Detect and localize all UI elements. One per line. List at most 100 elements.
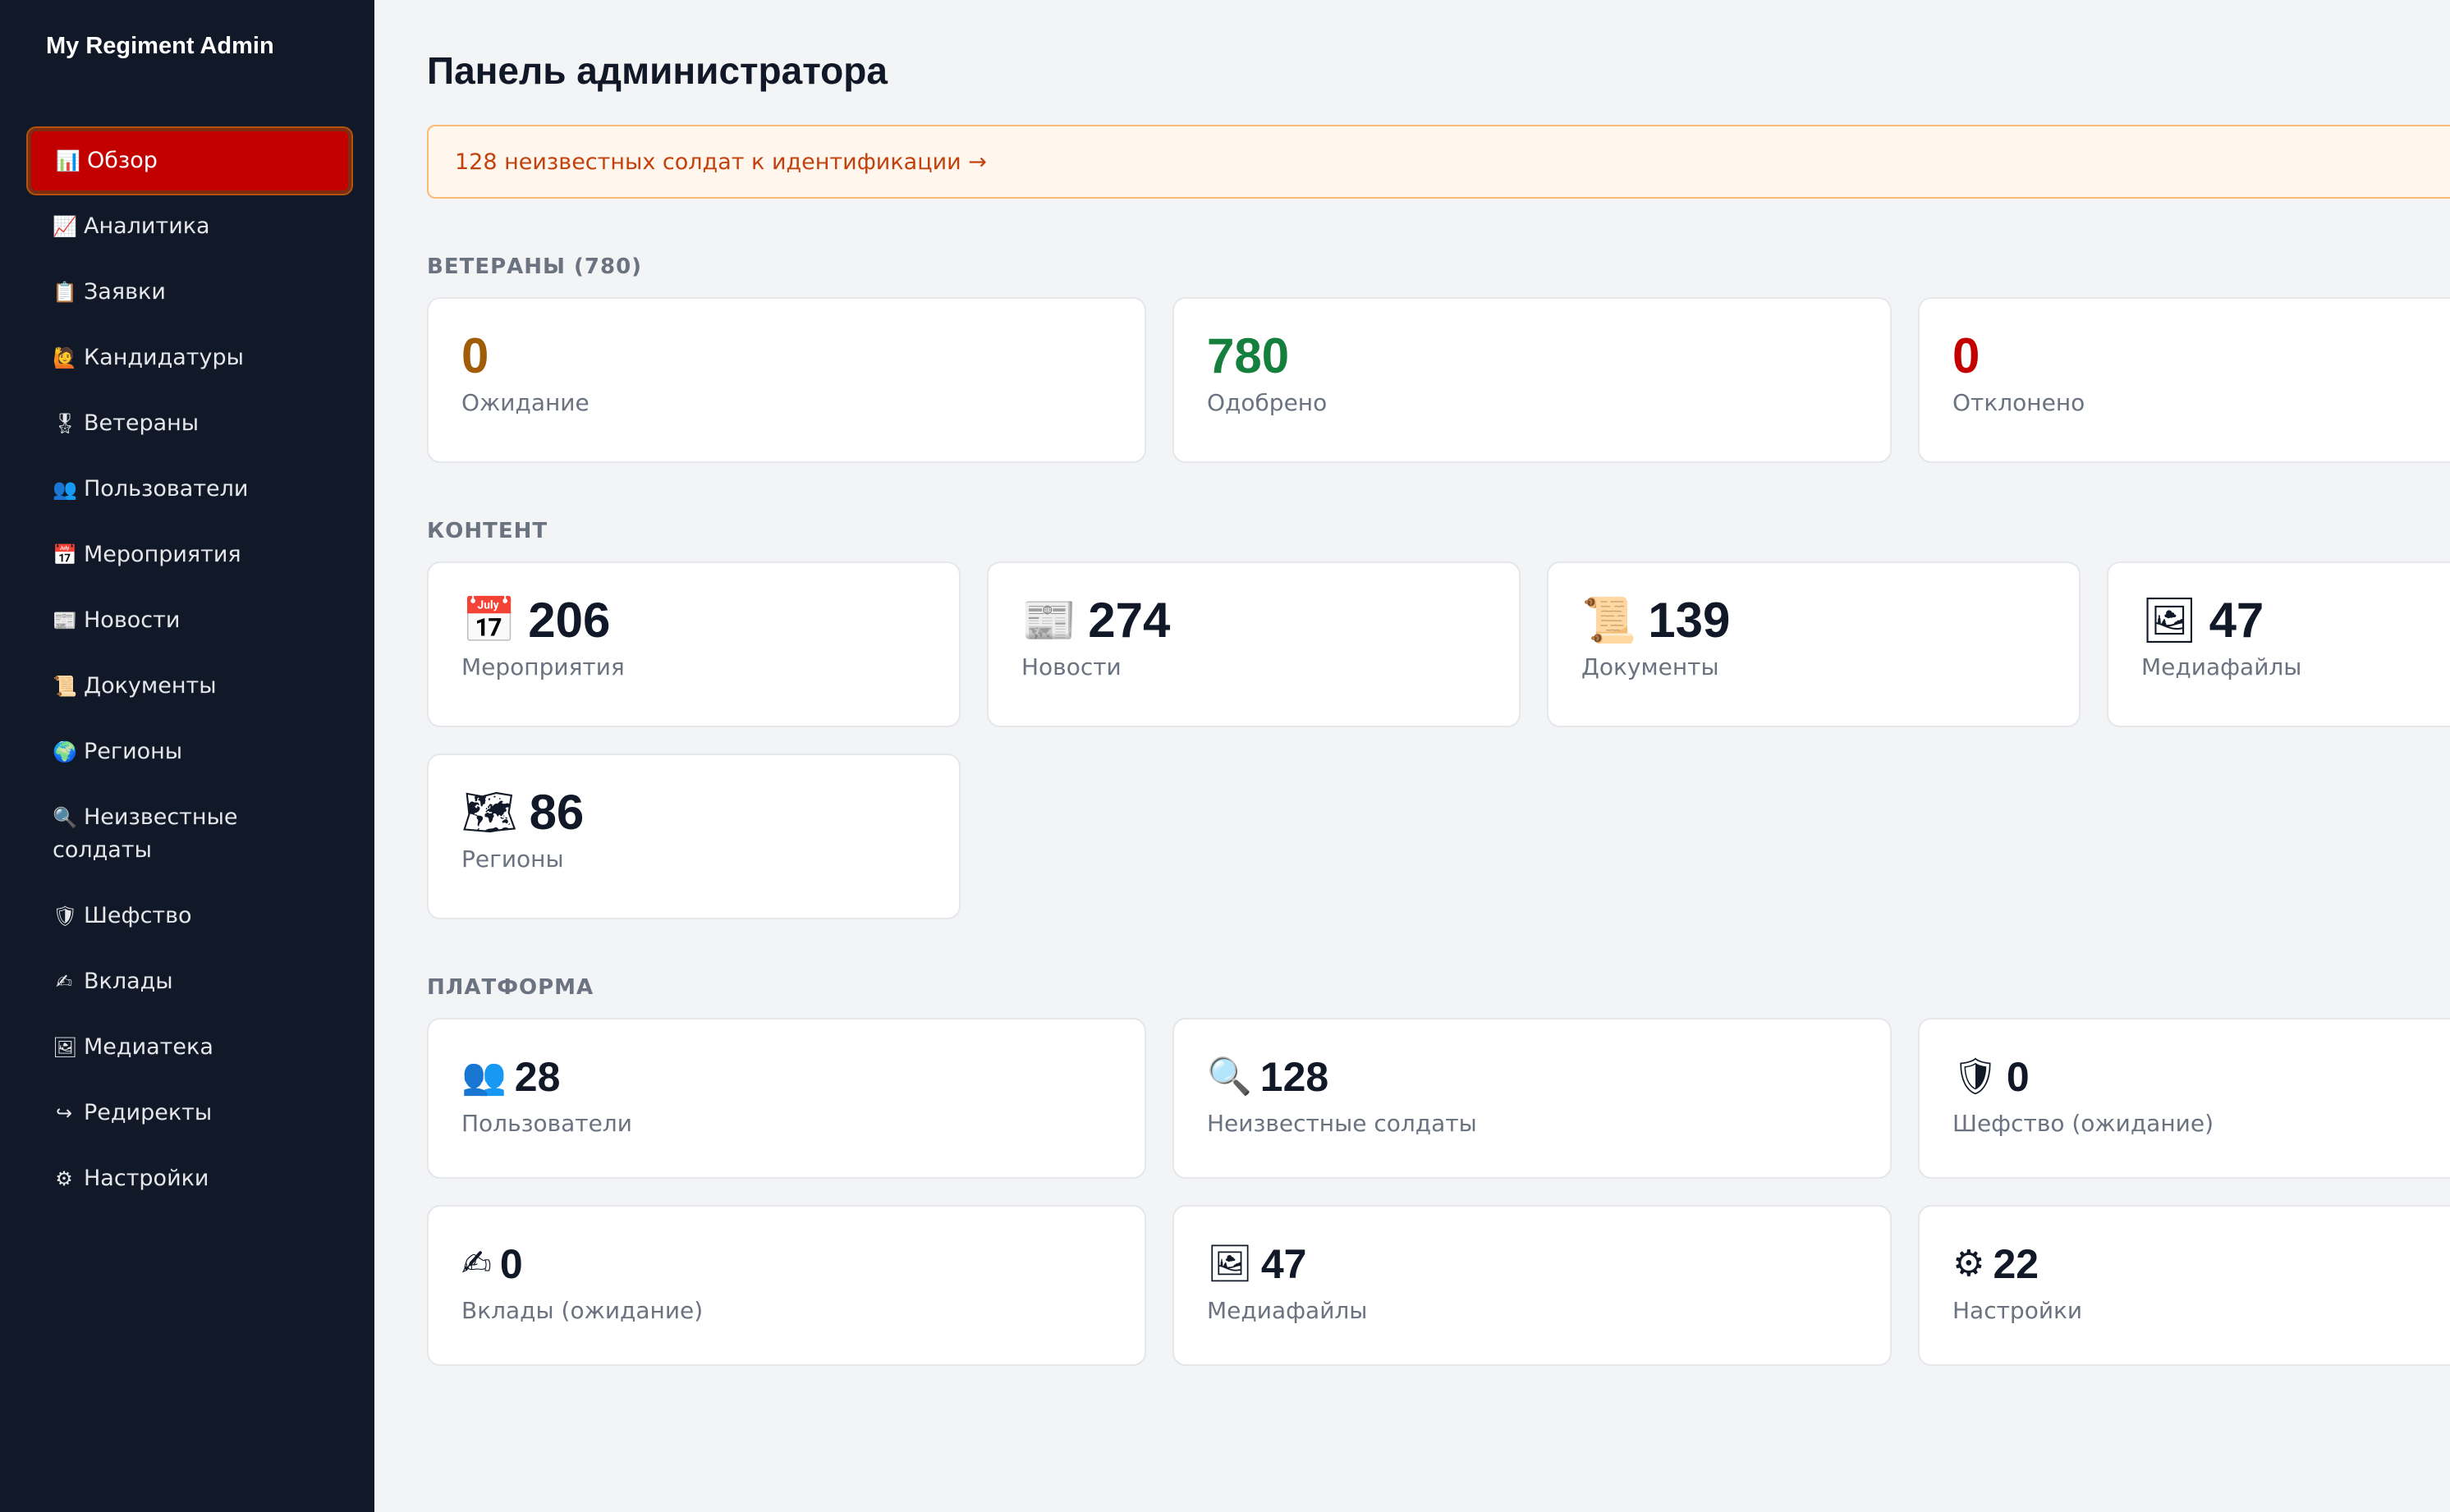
framed-picture-icon: 🖼	[1207, 1243, 1253, 1285]
sidebar-item-unknown-soldiers[interactable]: 🔍 Неизвестные солдаты	[28, 785, 351, 883]
sidebar-item-label: Ветераны	[84, 410, 200, 436]
stat-label: Шефство (ожидание)	[1952, 1110, 2214, 1137]
shield-icon: 🛡	[53, 905, 78, 928]
newspaper-icon: 📰	[1021, 594, 1077, 646]
stat-label: Пользователи	[461, 1110, 632, 1137]
stat-card-news[interactable]: 📰 274 Новости	[987, 561, 1521, 727]
sidebar-item-media-library[interactable]: 🖼 Медиатека	[28, 1015, 351, 1080]
sidebar-item-label: Медиатека	[84, 1034, 213, 1060]
stat-label: Неизвестные солдаты	[1207, 1110, 1477, 1137]
scroll-icon: 📜	[1581, 594, 1637, 646]
sidebar-item-contributions[interactable]: ✍ Вклады	[28, 949, 351, 1015]
stat-card-patronage-pending[interactable]: 🛡 0 Шефство (ожидание)	[1918, 1018, 2450, 1179]
sidebar-item-label: Неизвестные солдаты	[53, 804, 238, 863]
sidebar-item-analytics[interactable]: 📈 Аналитика	[28, 194, 351, 259]
stat-card-users[interactable]: 👥 28 Пользователи	[427, 1018, 1146, 1179]
stat-value: 86	[529, 785, 585, 840]
stat-card-regions[interactable]: 🗺 86 Регионы	[427, 754, 961, 919]
stat-label: Ожидание	[461, 389, 590, 416]
sidebar-item-events[interactable]: 📅 Мероприятия	[28, 522, 351, 588]
stat-value: 0	[499, 1241, 523, 1287]
writing-hand-icon: ✍	[55, 970, 73, 993]
gear-icon: ⚙	[1952, 1243, 1985, 1285]
stat-value: 0	[461, 328, 489, 383]
content-stats: 📅 206 Мероприятия 📰 274 Новости 📜 139 Докум…	[427, 561, 2450, 727]
stat-label: Мероприятия	[461, 653, 625, 680]
sidebar-item-label-wrap: 🔍 Неизвестные солдаты	[53, 801, 266, 867]
stat-value: 28	[514, 1054, 561, 1100]
stat-card-media[interactable]: 🖼 47 Медиафайлы	[2107, 561, 2450, 727]
unknown-soldiers-banner-link[interactable]: 128 неизвестных солдат к идентификации →	[427, 125, 2450, 199]
stat-value: 780	[1207, 328, 1290, 383]
world-map-icon: 🗺	[461, 786, 518, 838]
sidebar-item-candidates[interactable]: 🙋 Кандидатуры	[28, 325, 351, 391]
sidebar-item-settings[interactable]: ⚙ Настройки	[28, 1146, 351, 1212]
newspaper-icon: 📰	[53, 609, 77, 632]
stat-label: Вклады (ожидание)	[461, 1297, 704, 1324]
writing-hand-icon: ✍	[461, 1243, 492, 1285]
app-brand[interactable]: My Regiment Admin	[0, 28, 374, 64]
content-stats-row-2: 🗺 86 Регионы	[427, 754, 2450, 919]
sidebar-item-regions[interactable]: 🌍 Регионы	[28, 719, 351, 785]
shield-icon: 🛡	[1952, 1056, 1998, 1097]
stat-card-rejected[interactable]: 0 Отклонено	[1918, 297, 2450, 463]
stat-value: 0	[2006, 1054, 2030, 1100]
sidebar-item-label: Аналитика	[84, 213, 210, 239]
sidebar-item-label: Документы	[84, 673, 217, 699]
sidebar-item-label: Кандидатуры	[84, 345, 244, 370]
stat-card-contributions-pending[interactable]: ✍ 0 Вклады (ожидание)	[427, 1205, 1146, 1366]
sidebar-item-label: Вклады	[84, 969, 173, 994]
sidebar-item-label: Настройки	[84, 1166, 209, 1191]
stat-card-documents[interactable]: 📜 139 Документы	[1547, 561, 2081, 727]
sidebar-item-news[interactable]: 📰 Новости	[28, 588, 351, 653]
stat-card-settings[interactable]: ⚙ 22 Настройки	[1918, 1205, 2450, 1366]
section-title-veterans: ВЕТЕРАНЫ (780)	[427, 254, 643, 279]
stat-value: 139	[1648, 593, 1731, 648]
sidebar-nav: 📊 Обзор 📈 Аналитика 📋 Заявки 🙋 Кандидату…	[0, 128, 374, 1212]
stat-value: 47	[2209, 593, 2264, 648]
stat-label: Регионы	[461, 845, 564, 873]
magnifier-icon: 🔍	[53, 806, 77, 829]
sidebar-item-users[interactable]: 👥 Пользователи	[28, 456, 351, 522]
sidebar-item-documents[interactable]: 📜 Документы	[28, 653, 351, 719]
bar-chart-icon: 📊	[56, 149, 80, 172]
page-title: Панель администратора	[427, 49, 888, 92]
sidebar-item-requests[interactable]: 📋 Заявки	[28, 259, 351, 325]
sidebar-item-label: Редиректы	[84, 1100, 213, 1125]
veterans-stats: 0 Ожидание 780 Одобрено 0 Отклонено	[427, 297, 2450, 463]
sidebar-item-veterans[interactable]: 🎖 Ветераны	[28, 391, 351, 456]
framed-picture-icon: 🖼	[53, 1036, 78, 1059]
sidebar-item-redirects[interactable]: ↪ Редиректы	[28, 1080, 351, 1146]
users-icon: 👥	[53, 478, 77, 501]
magnifier-icon: 🔍	[1207, 1056, 1252, 1097]
clipboard-icon: 📋	[53, 281, 77, 304]
raised-hand-icon: 🙋	[53, 346, 77, 369]
framed-picture-icon: 🖼	[2141, 594, 2198, 646]
stat-value: 274	[1088, 593, 1171, 648]
sidebar-item-label: Новости	[84, 607, 181, 633]
sidebar-item-label: Регионы	[84, 739, 183, 764]
sidebar-item-overview[interactable]: 📊 Обзор	[28, 128, 351, 194]
globe-icon: 🌍	[53, 740, 77, 763]
stat-value: 0	[1952, 328, 1980, 383]
stat-card-pending[interactable]: 0 Ожидание	[427, 297, 1146, 463]
stat-value: 22	[1993, 1241, 2039, 1287]
sidebar: My Regiment Admin 📊 Обзор 📈 Аналитика 📋 …	[0, 0, 374, 1512]
stat-card-approved[interactable]: 780 Одобрено	[1172, 297, 1892, 463]
platform-stats: 👥 28 Пользователи 🔍 128 Неизвестные солдат…	[427, 1018, 2450, 1179]
stat-card-media-files[interactable]: 🖼 47 Медиафайлы	[1172, 1205, 1892, 1366]
stat-label: Документы	[1581, 653, 1719, 680]
stat-card-unknown-soldiers[interactable]: 🔍 128 Неизвестные солдаты	[1172, 1018, 1892, 1179]
redirect-arrow-icon: ↪	[55, 1102, 73, 1125]
stat-value: 47	[1260, 1241, 1307, 1287]
main-content: Панель администратора 128 неизвестных со…	[374, 0, 2450, 1512]
app: My Regiment Admin 📊 Обзор 📈 Аналитика 📋 …	[0, 0, 2450, 1512]
stat-label: Одобрено	[1207, 389, 1328, 416]
sidebar-item-patronage[interactable]: 🛡 Шефство	[28, 883, 351, 949]
sidebar-item-label: Шефство	[84, 903, 192, 928]
stat-card-events[interactable]: 📅 206 Мероприятия	[427, 561, 961, 727]
stat-label: Настройки	[1952, 1297, 2083, 1324]
users-icon: 👥	[461, 1056, 507, 1097]
stat-value: 206	[528, 593, 611, 648]
sidebar-item-label: Пользователи	[84, 476, 249, 502]
